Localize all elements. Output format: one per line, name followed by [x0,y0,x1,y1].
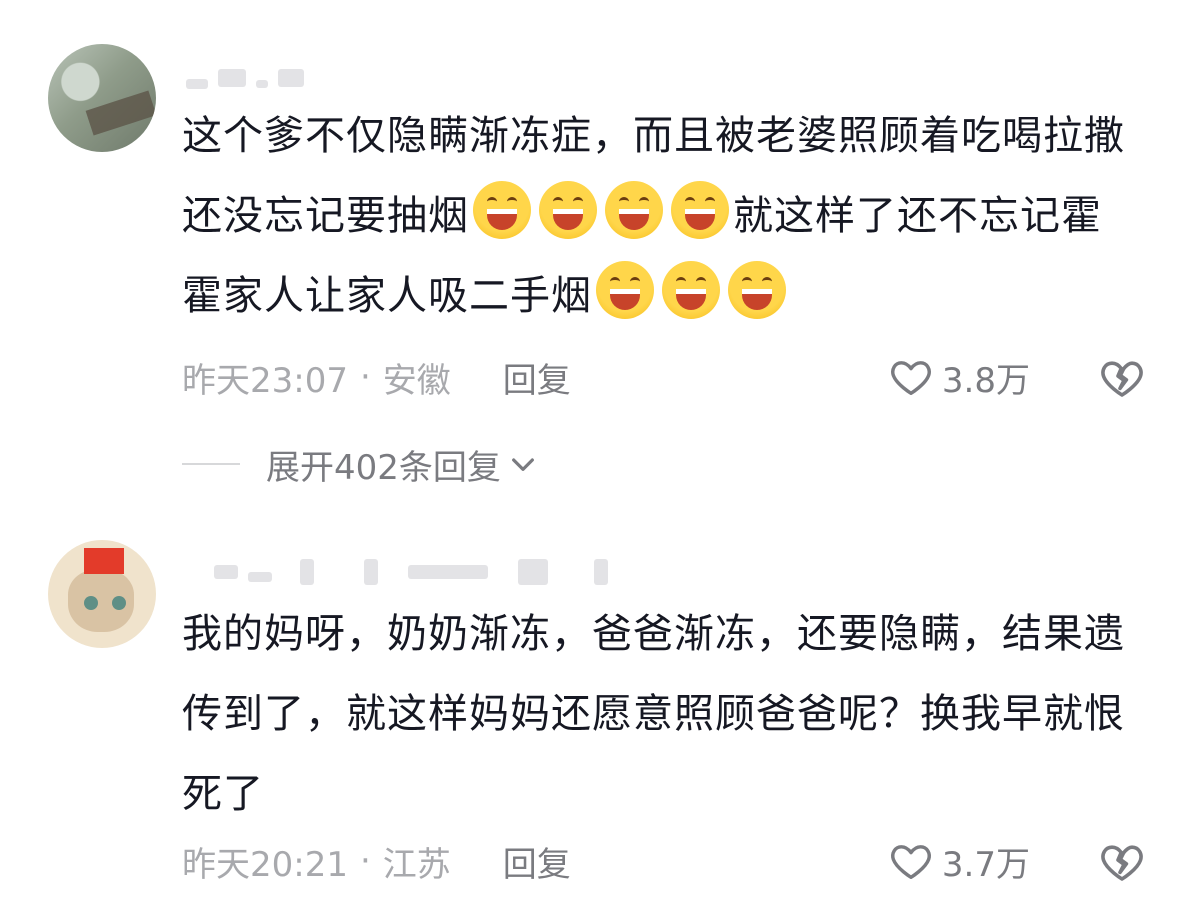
separator-dot: · [359,357,371,397]
avatar[interactable] [48,540,156,648]
grinning-face-icon [605,181,663,239]
comment-item: 我的妈呀，奶奶渐冻，爸爸渐冻，还要隐瞒，结果遗传到了，就这样妈妈还愿意照顾爸爸呢… [0,520,1200,908]
comment-time: 昨天23:07 [182,360,348,401]
separator-dot: · [359,841,371,881]
username-blurred[interactable] [186,64,304,92]
comment-time: 昨天20:21 [182,844,348,885]
heart-outline-icon [891,361,931,396]
username-blurred[interactable] [214,558,608,586]
like-button[interactable]: 3.7万 [888,836,1030,886]
like-count: 3.8万 [941,360,1030,401]
divider-line [182,463,240,465]
comment-meta: 昨天23:07 · 安徽 回复 [182,352,571,402]
grinning-face-icon [671,181,729,239]
chevron-down-icon [511,458,534,471]
grinning-face-icon [662,261,720,319]
reply-button[interactable]: 回复 [503,837,571,886]
comment-meta: 昨天20:21 · 江苏 回复 [182,836,571,886]
comment-location: 安徽 [382,360,451,401]
comment-item: 这个爹不仅隐瞒渐冻症，而且被老婆照顾着吃喝拉撒还没忘记要抽烟 就这样了还不忘记霍霍… [0,0,1200,500]
avatar[interactable] [48,44,156,152]
comment-text: 这个爹不仅隐瞒渐冻症，而且被老婆照顾着吃喝拉撒还没忘记要抽烟 就这样了还不忘记霍霍… [182,96,1142,336]
expand-replies-label: 展开402条回复 [266,447,501,488]
like-button[interactable]: 3.8万 [888,352,1030,402]
broken-heart-icon[interactable] [1098,838,1146,886]
like-count: 3.7万 [941,844,1030,885]
broken-heart-icon[interactable] [1098,354,1146,402]
heart-outline-icon [891,845,931,880]
grinning-face-icon [473,181,531,239]
expand-replies-button[interactable]: 展开402条回复 [182,436,539,492]
grinning-face-icon [728,261,786,319]
reply-button[interactable]: 回复 [503,353,571,402]
comment-location: 江苏 [382,844,451,885]
grinning-face-icon [539,181,597,239]
comment-text: 我的妈呀，奶奶渐冻，爸爸渐冻，还要隐瞒，结果遗传到了，就这样妈妈还愿意照顾爸爸呢… [182,611,1125,817]
grinning-face-icon [596,261,654,319]
